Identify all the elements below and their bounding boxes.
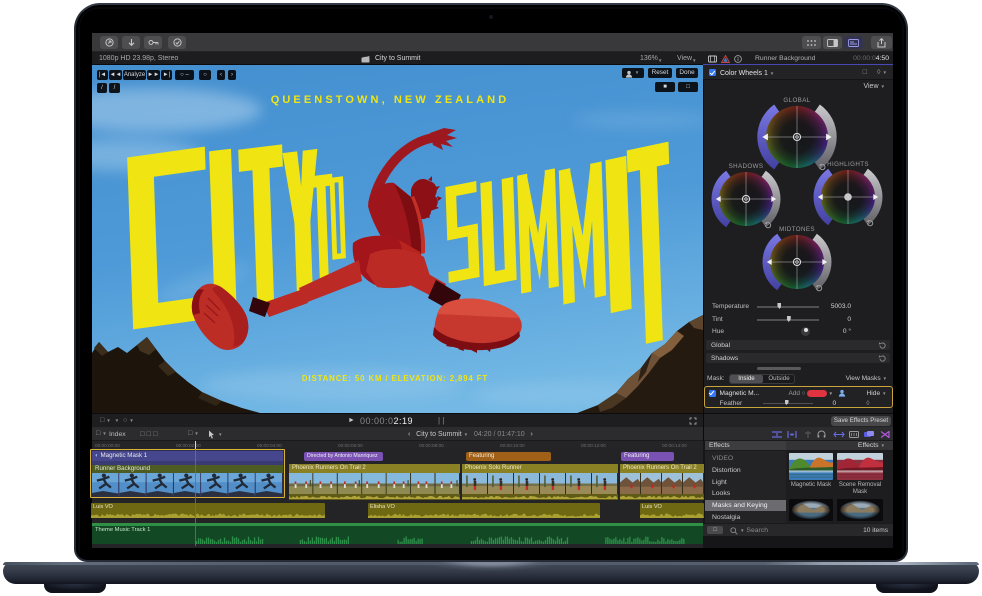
svg-text:QUEENSTOWN, NEW ZEALAND: QUEENSTOWN, NEW ZEALAND xyxy=(271,94,510,106)
svg-text:DISTANCE: 50 KM / ELEVATION: 2: DISTANCE: 50 KM / ELEVATION: 2,894 FT xyxy=(302,374,488,383)
